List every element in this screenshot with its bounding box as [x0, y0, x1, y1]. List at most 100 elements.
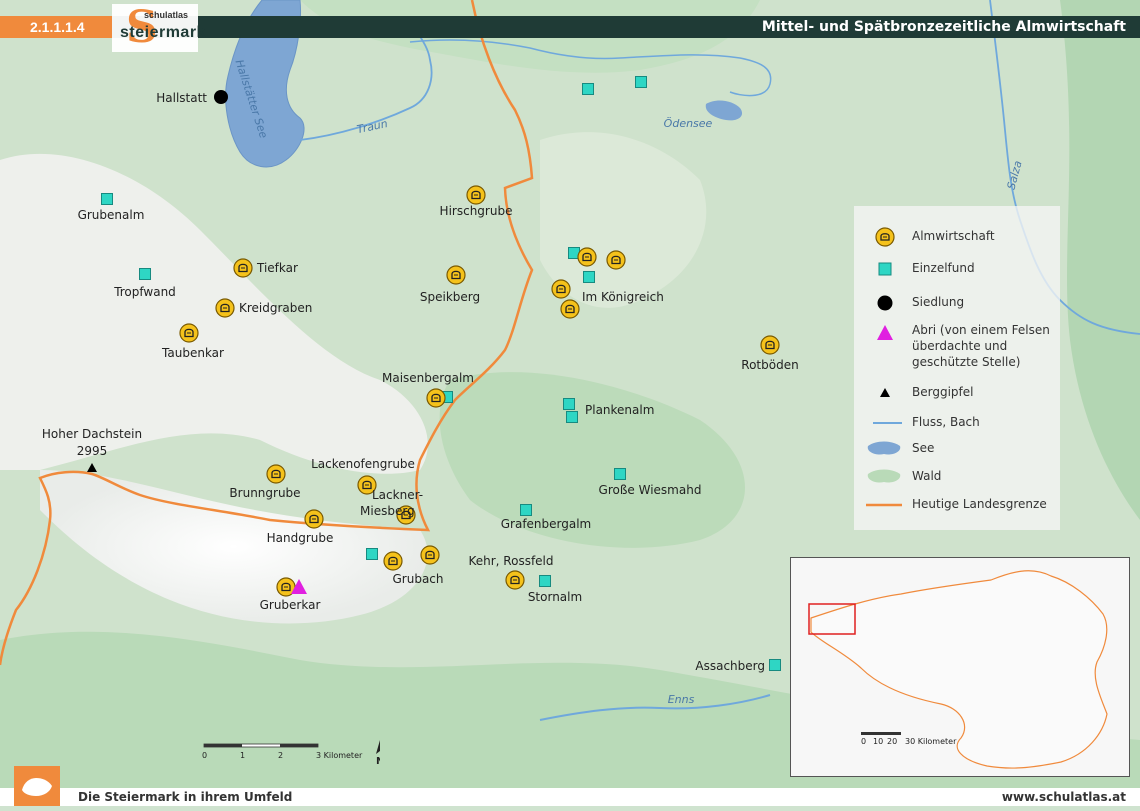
almwirtschaft-marker[interactable]	[606, 250, 626, 270]
einzelfund-label: Grafenbergalm	[501, 517, 592, 531]
footer-left-text: Die Steiermark in ihrem Umfeld	[78, 790, 293, 804]
siedlung-icon	[877, 295, 893, 311]
almwirtschaft-marker[interactable]	[577, 247, 597, 267]
inset-scale-tick: 20	[887, 737, 897, 746]
siedlung-label: Hallstatt	[156, 91, 207, 105]
legend-label: Wald	[912, 469, 942, 483]
einzelfund-marker[interactable]	[566, 411, 578, 423]
almwirtschaft-label: Speikberg	[420, 290, 480, 304]
scalebar: 0 1 2 3 Kilometer N	[200, 740, 384, 770]
almwirtschaft-marker[interactable]	[420, 545, 440, 565]
logo-small-text: schulatlas	[144, 10, 189, 20]
almwirtschaft-marker[interactable]	[266, 464, 286, 484]
legend-label: Almwirtschaft	[912, 229, 995, 243]
almwirtschaft-label: Lackenofengrube	[311, 457, 415, 471]
einzelfund-marker[interactable]	[614, 468, 626, 480]
inset-scale-tick: 10	[873, 737, 883, 746]
almwirtschaft-marker[interactable]	[215, 298, 235, 318]
almwirtschaft-label: Grubach	[392, 572, 443, 586]
scale-tick: 3 Kilometer	[316, 751, 363, 760]
almwirtschaft-marker[interactable]	[233, 258, 253, 278]
einzelfund-label: Plankenalm	[585, 403, 654, 417]
map-code: 2.1.1.1.4	[0, 16, 112, 38]
legend-label: See	[912, 441, 935, 455]
almwirtschaft-marker[interactable]	[304, 509, 324, 529]
peak-name-label: Hoher Dachstein	[42, 427, 142, 441]
einzelfund-marker[interactable]	[563, 398, 575, 410]
almwirtschaft-label: Handgrube	[267, 531, 334, 545]
einzelfund-marker[interactable]	[101, 193, 113, 205]
almwirtschaft-label: Brunngrube	[229, 486, 300, 500]
landesgrenze-icon	[866, 503, 902, 507]
inset-scale-tick: 30 Kilometer	[905, 737, 957, 746]
almwirtschaft-label: Maisenbergalm	[382, 371, 474, 385]
legend-label: Berggipfel	[912, 385, 974, 399]
scale-tick: 2	[278, 751, 283, 760]
almwirtschaft-label: Gruberkar	[260, 598, 321, 612]
almwirtschaft-label: Im Königreich	[582, 290, 664, 304]
almwirtschaft-marker[interactable]	[446, 265, 466, 285]
inset-map-svg: 0 10 20 30 Kilometer	[791, 558, 1129, 776]
see-icon	[867, 441, 901, 455]
legend-label: Siedlung	[912, 295, 965, 309]
settlement-markers	[214, 90, 228, 104]
almwirtschaft-marker[interactable]	[383, 551, 403, 571]
north-label: N	[376, 756, 380, 767]
almwirtschaft-marker[interactable]	[426, 388, 446, 408]
almwirtschaft-label: Hirschgrube	[440, 204, 513, 218]
einzelfund-label: Stornalm	[528, 590, 582, 604]
almwirtschaft-marker[interactable]	[505, 570, 525, 590]
legend-label: Abri (von einem Felsen überdachte und ge…	[912, 323, 1050, 369]
einzelfund-marker[interactable]	[139, 268, 151, 280]
almwirtschaft-marker[interactable]	[760, 335, 780, 355]
almwirtschaft-marker[interactable]	[466, 185, 486, 205]
scale-tick: 1	[240, 751, 245, 760]
footer-website-link[interactable]: www.schulatlas.at	[1002, 788, 1126, 806]
almwirtschaft-label: Rotböden	[741, 358, 798, 372]
almwirtschaft-label: Lackner-	[372, 488, 423, 502]
peak-elevation-label: 2995	[77, 444, 108, 458]
inset-scale-tick: 0	[861, 737, 866, 746]
almwirtschaft-label: Taubenkar	[161, 346, 224, 360]
footer: Die Steiermark in ihrem Umfeld www.schul…	[0, 788, 1140, 806]
legend: Almwirtschaft Einzelfund Siedlung Abri (…	[854, 206, 1060, 530]
almwirtschaft-label: Miesberg	[360, 504, 415, 518]
siedlung-marker[interactable]	[214, 90, 228, 104]
einzelfund-marker[interactable]	[583, 271, 595, 283]
legend-label: Fluss, Bach	[912, 415, 980, 429]
scalebar-svg: 0 1 2 3 Kilometer N	[202, 740, 384, 767]
inset-overview-map[interactable]: 0 10 20 30 Kilometer	[790, 557, 1130, 777]
styria-panther-icon	[22, 778, 52, 796]
almwirtschaft-marker[interactable]	[551, 279, 571, 299]
almwirtschaft-label: Tiefkar	[256, 261, 298, 275]
almwirtschaft-label: Kreidgraben	[239, 301, 312, 315]
almwirtschaft-icon	[875, 227, 895, 247]
water-label: Ödensee	[664, 117, 713, 130]
einzelfund-marker[interactable]	[635, 76, 647, 88]
einzelfund-marker[interactable]	[769, 659, 781, 671]
water-label: Enns	[668, 693, 695, 706]
scale-tick: 0	[202, 751, 207, 760]
footer-styria-logo	[14, 766, 60, 806]
almwirtschaft-marker[interactable]	[179, 323, 199, 343]
map-title: Mittel- und Spätbronzezeitliche Almwirts…	[761, 19, 1126, 35]
einzelfund-marker[interactable]	[366, 548, 378, 560]
legend-label: Heutige Landesgrenze	[912, 497, 1047, 511]
einzelfund-label: Assachberg	[695, 659, 765, 673]
einzelfund-marker[interactable]	[520, 504, 532, 516]
north-arrow-icon	[376, 740, 384, 754]
fluss-icon	[873, 422, 902, 424]
einzelfund-label: Große Wiesmahd	[599, 483, 702, 497]
einzelfund-icon	[878, 262, 892, 276]
wald-icon	[867, 469, 901, 483]
logo-big-text: steiermark	[120, 24, 206, 41]
einzelfund-marker[interactable]	[582, 83, 594, 95]
abri-icon	[877, 325, 893, 340]
einzelfund-label: Tropfwand	[113, 285, 176, 299]
schulatlas-logo: S schulatlas steiermark	[112, 4, 205, 52]
legend-label: Einzelfund	[912, 261, 975, 275]
einzelfund-marker[interactable]	[539, 575, 551, 587]
almwirtschaft-label: Kehr, Rossfeld	[468, 554, 553, 568]
almwirtschaft-marker[interactable]	[560, 299, 580, 319]
berggipfel-icon	[880, 388, 890, 397]
